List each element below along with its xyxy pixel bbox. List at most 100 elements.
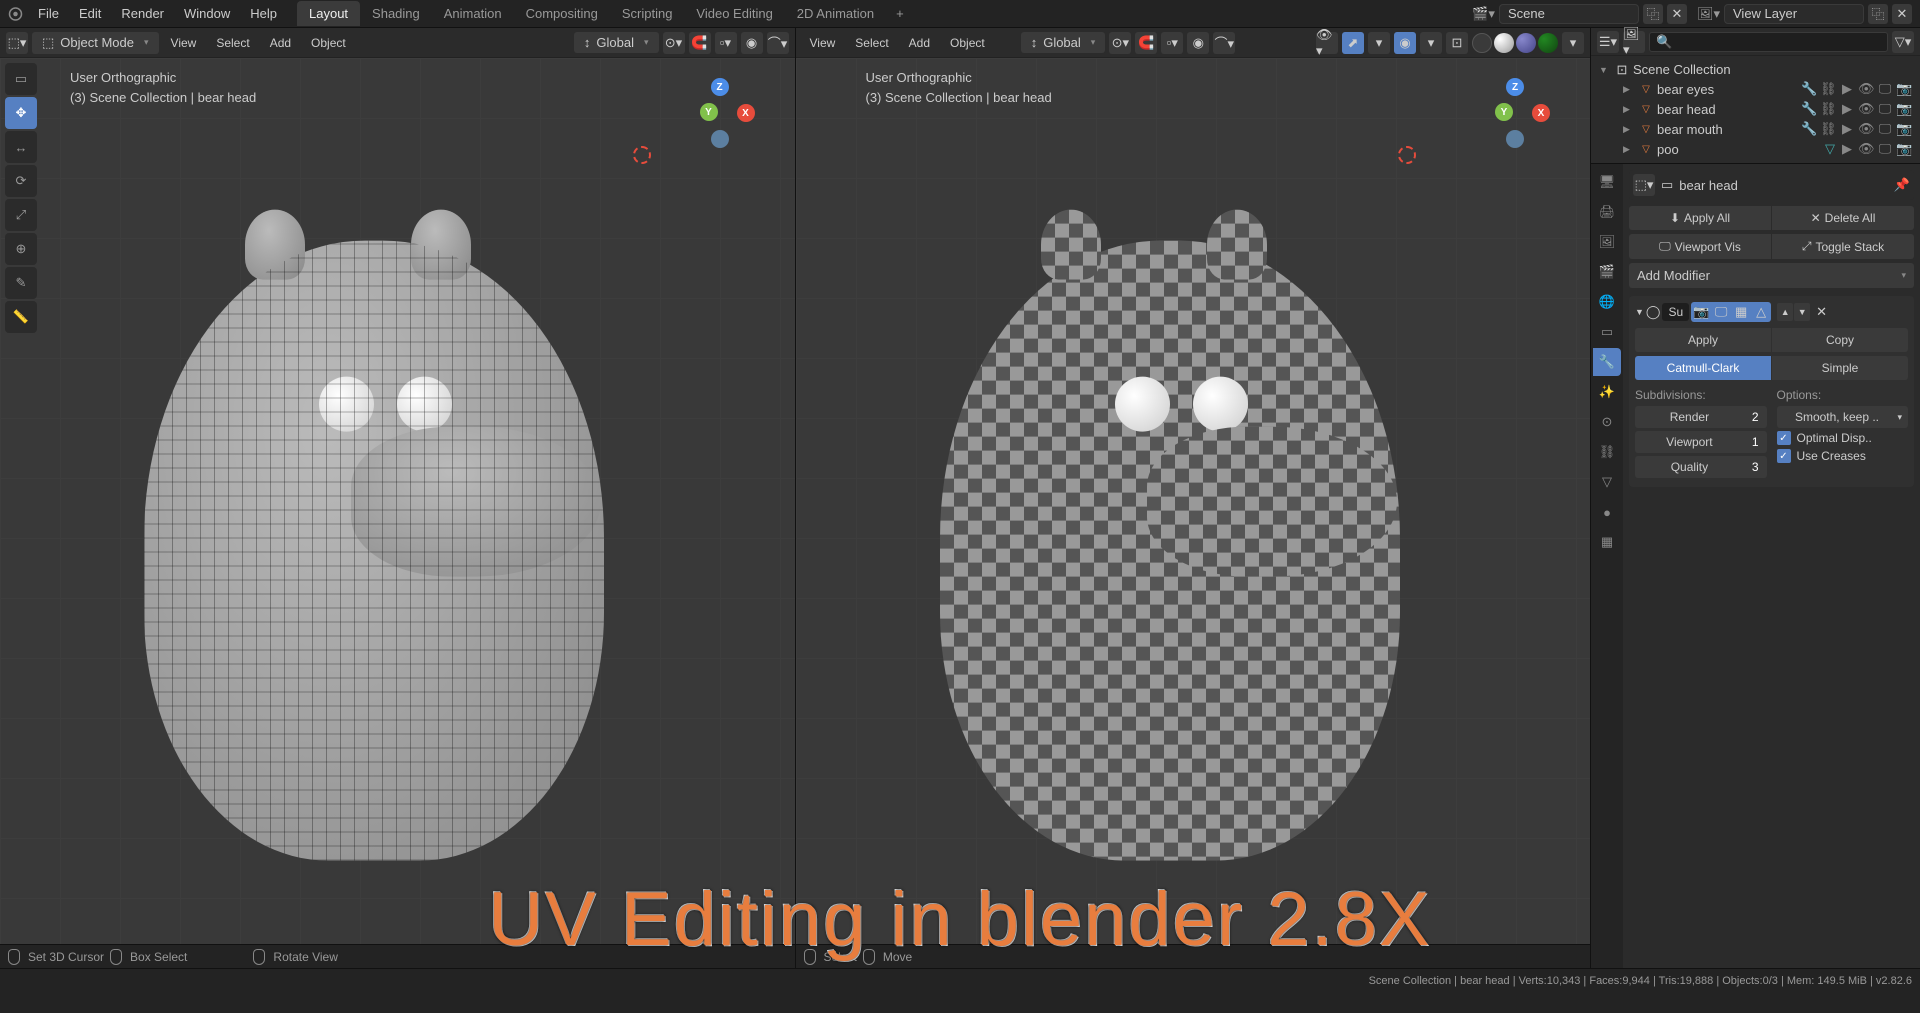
gizmo-x-axis[interactable]: X	[737, 104, 755, 122]
overlays-options[interactable]: ▾	[1420, 32, 1442, 54]
selectable-icon[interactable]: ▶	[1839, 101, 1855, 117]
viewport-canvas-right[interactable]: User Orthographic (3) Scene Collection |…	[796, 58, 1591, 944]
mod-realtime-toggle[interactable]: 🖵	[1711, 302, 1731, 322]
outliner-view-mode[interactable]: 🖼▾	[1623, 31, 1645, 53]
prop-tab-world[interactable]: 🌐	[1593, 288, 1621, 316]
pivot-dropdown[interactable]: ⊙▾	[1109, 32, 1131, 54]
apply-all-button[interactable]: ⬇Apply All	[1629, 206, 1771, 230]
prop-tab-output[interactable]: 🖨	[1593, 198, 1621, 226]
nav-gizmo[interactable]: Z Y X	[685, 78, 755, 148]
viewport-vis-button[interactable]: 🖵Viewport Vis	[1629, 234, 1771, 259]
vp-menu-object[interactable]: Object	[942, 36, 993, 50]
shading-options[interactable]: ▾	[1562, 32, 1584, 54]
mod-editmode-toggle[interactable]: ▦	[1731, 302, 1751, 322]
menu-file[interactable]: File	[28, 6, 69, 21]
visibility-icon[interactable]: 👁	[1858, 81, 1874, 97]
modifier-name-field[interactable]: Su	[1662, 303, 1689, 321]
mesh-bear-textured[interactable]	[940, 241, 1400, 861]
gizmo-y-axis[interactable]: Y	[700, 103, 718, 121]
view-layer-field[interactable]: View Layer	[1724, 4, 1864, 24]
prop-tab-object[interactable]: ▭	[1593, 318, 1621, 346]
editor-type-dropdown[interactable]: ⬚▾	[6, 32, 28, 54]
gizmo-y-axis[interactable]: Y	[1495, 103, 1513, 121]
viewport-icon[interactable]: 🖵	[1877, 121, 1893, 137]
use-creases-checkbox[interactable]: ✓	[1777, 449, 1791, 463]
props-editor-type[interactable]: ⬚▾	[1633, 174, 1655, 196]
catmull-clark-button[interactable]: Catmull-Clark	[1635, 356, 1771, 380]
gizmo-z-axis[interactable]: Z	[1506, 78, 1524, 96]
gizmo-options[interactable]: ▾	[1368, 32, 1390, 54]
outliner-scene-collection[interactable]: ▼ ⊡ Scene Collection	[1591, 60, 1920, 79]
apply-button[interactable]: Apply	[1635, 328, 1771, 352]
collapse-icon[interactable]: ▼	[1599, 65, 1611, 75]
uv-smooth-dropdown[interactable]: Smooth, keep ..▾	[1777, 406, 1909, 428]
snap-toggle[interactable]: 🧲	[689, 32, 711, 54]
layer-browse-icon[interactable]: 🖼▾	[1697, 6, 1720, 22]
shading-material[interactable]	[1516, 33, 1536, 53]
proportional-toggle[interactable]: ◉	[741, 32, 763, 54]
prop-tab-mesh[interactable]: ▽	[1593, 468, 1621, 496]
visibility-icon[interactable]: 👁	[1858, 121, 1874, 137]
workspace-tab-scripting[interactable]: Scripting	[610, 1, 685, 26]
pivot-dropdown[interactable]: ⊙▾	[663, 32, 685, 54]
new-scene-button[interactable]: ⿻	[1643, 4, 1663, 24]
workspace-tab-video-editing[interactable]: Video Editing	[684, 1, 784, 26]
menu-render[interactable]: Render	[111, 6, 174, 21]
new-layer-button[interactable]: ⿻	[1868, 4, 1888, 24]
add-workspace-button[interactable]: +	[886, 1, 914, 26]
tool-select-box[interactable]: ▭	[5, 63, 37, 95]
mesh-bear-wireframe[interactable]	[144, 241, 604, 861]
vp-menu-select[interactable]: Select	[847, 36, 896, 50]
vp-menu-add[interactable]: Add	[901, 36, 938, 50]
tool-transform[interactable]: ⊕	[5, 233, 37, 265]
vp-menu-view[interactable]: View	[163, 36, 205, 50]
workspace-tab-compositing[interactable]: Compositing	[514, 1, 610, 26]
mod-cage-toggle[interactable]: △	[1751, 302, 1771, 322]
orientation-dropdown[interactable]: ↕Global▾	[574, 32, 659, 53]
tool-annotate[interactable]: ✎	[5, 267, 37, 299]
constraint-icon[interactable]: ⛓	[1820, 121, 1836, 137]
mod-render-toggle[interactable]: 📷	[1691, 302, 1711, 322]
delete-layer-button[interactable]: ✕	[1892, 4, 1912, 24]
prop-tab-material[interactable]: ●	[1593, 498, 1621, 526]
render-subdiv-field[interactable]: Render2	[1635, 406, 1767, 428]
tool-measure[interactable]: 📏	[5, 301, 37, 333]
proportional-toggle[interactable]: ◉	[1187, 32, 1209, 54]
snap-options[interactable]: ▫▾	[1161, 32, 1183, 54]
move-down-button[interactable]: ▼	[1794, 303, 1810, 321]
copy-button[interactable]: Copy	[1772, 328, 1908, 352]
prop-tab-particles[interactable]: ✨	[1593, 378, 1621, 406]
expand-icon[interactable]: ▶	[1623, 104, 1635, 115]
workspace-tab-layout[interactable]: Layout	[297, 1, 360, 26]
proportional-options[interactable]: ⌒▾	[767, 32, 789, 54]
gizmo-neg-z-axis[interactable]	[1506, 130, 1524, 148]
gizmo-z-axis[interactable]: Z	[711, 78, 729, 96]
shading-solid[interactable]	[1494, 33, 1514, 53]
viewport-icon[interactable]: 🖵	[1877, 101, 1893, 117]
snap-options[interactable]: ▫▾	[715, 32, 737, 54]
render-icon[interactable]: 📷	[1896, 141, 1912, 157]
outliner-item-bear-head[interactable]: ▶ ▽ bear head 🔧⛓▶👁🖵📷	[1591, 99, 1920, 119]
vp-menu-object[interactable]: Object	[303, 36, 354, 50]
prop-tab-render[interactable]: 🖥	[1593, 168, 1621, 196]
selectable-icon[interactable]: ▶	[1839, 81, 1855, 97]
prop-tab-modifiers[interactable]: 🔧	[1593, 348, 1621, 376]
expand-icon[interactable]: ▶	[1623, 144, 1635, 155]
prop-tab-texture[interactable]: ▦	[1593, 528, 1621, 556]
wrench-icon[interactable]: 🔧	[1801, 81, 1817, 97]
menu-help[interactable]: Help	[240, 6, 287, 21]
outliner-search[interactable]: 🔍	[1649, 32, 1888, 52]
collapse-icon[interactable]: ▼	[1635, 307, 1644, 317]
visibility-icon[interactable]: 👁	[1858, 141, 1874, 157]
snap-toggle[interactable]: 🧲	[1135, 32, 1157, 54]
wrench-icon[interactable]: 🔧	[1801, 101, 1817, 117]
tool-move[interactable]: ↔	[5, 131, 37, 163]
move-up-button[interactable]: ▲	[1777, 303, 1793, 321]
delete-scene-button[interactable]: ✕	[1667, 4, 1687, 24]
viewport-icon[interactable]: 🖵	[1877, 81, 1893, 97]
workspace-tab-shading[interactable]: Shading	[360, 1, 432, 26]
render-icon[interactable]: 📷	[1896, 101, 1912, 117]
tool-scale[interactable]: ⤢	[5, 199, 37, 231]
scene-browse-icon[interactable]: 🎬▾	[1472, 6, 1495, 22]
viewport-subdiv-field[interactable]: Viewport1	[1635, 431, 1767, 453]
